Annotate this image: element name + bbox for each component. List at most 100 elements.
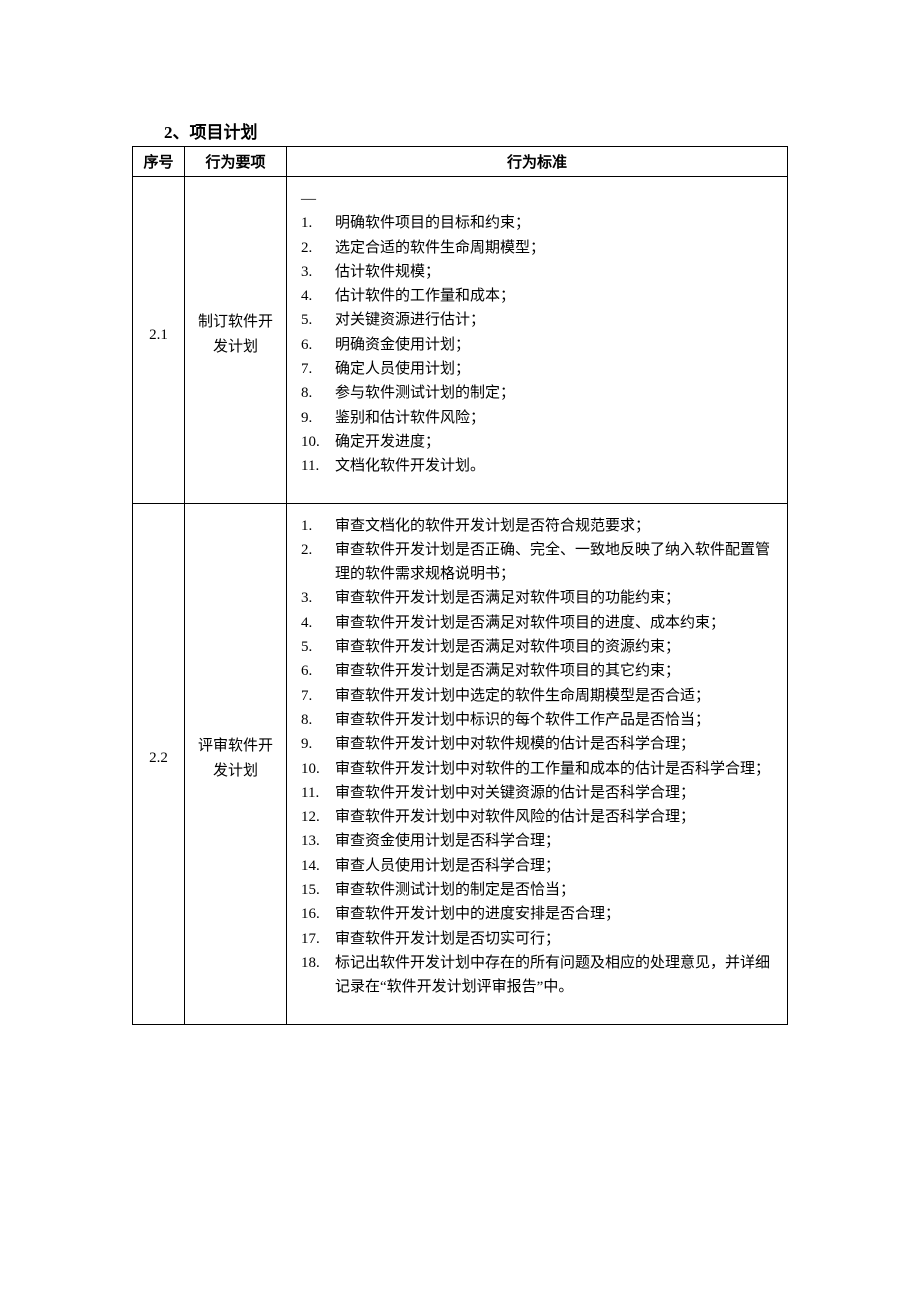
list-item-text: 审查软件开发计划中的进度安排是否合理； [335,906,620,922]
list-item-number: 8. [295,381,331,405]
list-item-text: 审查软件开发计划中对软件规模的估计是否科学合理； [335,736,695,752]
list-item: 3.估计软件规模； [295,260,773,284]
list-item-number: 9. [295,406,331,430]
list-item-number: 9. [295,732,331,756]
list-item-text: 确定人员使用计划； [335,361,470,377]
list-item-text: 明确软件项目的目标和约束； [335,215,530,231]
list-item-text: 审查软件开发计划是否满足对软件项目的资源约束； [335,639,680,655]
list-item-number: 3. [295,586,331,610]
row-item: 评审软件开发计划 [185,503,287,1024]
list-item-text: 审查软件开发计划是否满足对软件项目的其它约束； [335,663,680,679]
table-row: 2.1制订软件开发计划—1.明确软件项目的目标和约束；2.选定合适的软件生命周期… [133,177,788,504]
header-item: 行为要项 [185,147,287,177]
list-item: 10.审查软件开发计划中对软件的工作量和成本的估计是否科学合理； [295,757,773,781]
list-item-text: 估计软件的工作量和成本； [335,288,515,304]
list-item-text: 明确资金使用计划； [335,337,470,353]
list-item: 14.审查人员使用计划是否科学合理； [295,854,773,878]
list-item: 1.审查文档化的软件开发计划是否符合规范要求； [295,514,773,538]
section-title: 2、项目计划 [164,118,788,143]
list-item: 3.审查软件开发计划是否满足对软件项目的功能约束； [295,586,773,610]
list-item-number: 5. [295,635,331,659]
list-item-number: 7. [295,684,331,708]
list-item: 15.审查软件测试计划的制定是否恰当； [295,878,773,902]
list-item: 11.文档化软件开发计划。 [295,454,773,478]
list-item-number: 11. [295,781,331,805]
row-topmark: — [295,187,773,211]
list-item: 6.明确资金使用计划； [295,333,773,357]
list-item-number: 6. [295,659,331,683]
list-item-text: 审查软件开发计划中对软件的工作量和成本的估计是否科学合理； [335,761,770,777]
list-item-number: 12. [295,805,331,829]
list-item: 16.审查软件开发计划中的进度安排是否合理； [295,902,773,926]
standards-list: 1.明确软件项目的目标和约束；2.选定合适的软件生命周期模型；3.估计软件规模；… [295,211,773,478]
list-item-text: 审查软件开发计划是否满足对软件项目的进度、成本约束； [335,615,725,631]
row-standards: 1.审查文档化的软件开发计划是否符合规范要求；2.审查软件开发计划是否正确、完全… [287,503,788,1024]
table-row: 2.2评审软件开发计划1.审查文档化的软件开发计划是否符合规范要求；2.审查软件… [133,503,788,1024]
list-item: 17.审查软件开发计划是否切实可行； [295,927,773,951]
list-item: 11.审查软件开发计划中对关键资源的估计是否科学合理； [295,781,773,805]
list-item-text: 审查人员使用计划是否科学合理； [335,858,560,874]
list-item: 10.确定开发进度； [295,430,773,454]
list-item: 18.标记出软件开发计划中存在的所有问题及相应的处理意见，并详细记录在“软件开发… [295,951,773,1000]
list-item: 12.审查软件开发计划中对软件风险的估计是否科学合理； [295,805,773,829]
list-item-number: 14. [295,854,331,878]
list-item: 2.选定合适的软件生命周期模型； [295,236,773,260]
standards-list: 1.审查文档化的软件开发计划是否符合规范要求；2.审查软件开发计划是否正确、完全… [295,514,773,1000]
list-item-number: 15. [295,878,331,902]
list-item-text: 估计软件规模； [335,264,440,280]
list-item-number: 16. [295,902,331,926]
list-item-text: 审查软件开发计划是否满足对软件项目的功能约束； [335,590,680,606]
list-item-text: 对关键资源进行估计； [335,312,485,328]
list-item-number: 18. [295,951,331,975]
list-item: 6.审查软件开发计划是否满足对软件项目的其它约束； [295,659,773,683]
list-item-number: 10. [295,757,331,781]
list-item: 8.审查软件开发计划中标识的每个软件工作产品是否恰当； [295,708,773,732]
list-item: 5.审查软件开发计划是否满足对软件项目的资源约束； [295,635,773,659]
row-standards: —1.明确软件项目的目标和约束；2.选定合适的软件生命周期模型；3.估计软件规模… [287,177,788,504]
list-item-number: 13. [295,829,331,853]
list-item-number: 8. [295,708,331,732]
row-item: 制订软件开发计划 [185,177,287,504]
list-item: 7.确定人员使用计划； [295,357,773,381]
list-item-number: 4. [295,611,331,635]
list-item-number: 1. [295,211,331,235]
list-item-text: 审查资金使用计划是否科学合理； [335,833,560,849]
list-item-number: 6. [295,333,331,357]
list-item-number: 11. [295,454,331,478]
list-item-text: 选定合适的软件生命周期模型； [335,240,545,256]
list-item: 4.审查软件开发计划是否满足对软件项目的进度、成本约束； [295,611,773,635]
list-item-number: 10. [295,430,331,454]
list-item-number: 1. [295,514,331,538]
header-std: 行为标准 [287,147,788,177]
list-item-text: 审查文档化的软件开发计划是否符合规范要求； [335,518,650,534]
list-item-number: 7. [295,357,331,381]
list-item-number: 2. [295,538,331,562]
spec-table: 序号 行为要项 行为标准 2.1制订软件开发计划—1.明确软件项目的目标和约束；… [132,146,788,1025]
row-num: 2.1 [133,177,185,504]
list-item-number: 2. [295,236,331,260]
list-item: 1.明确软件项目的目标和约束； [295,211,773,235]
list-item-text: 审查软件开发计划中对关键资源的估计是否科学合理； [335,785,695,801]
list-item: 7.审查软件开发计划中选定的软件生命周期模型是否合适； [295,684,773,708]
list-item-text: 审查软件开发计划中标识的每个软件工作产品是否恰当； [335,712,710,728]
list-item: 4.估计软件的工作量和成本； [295,284,773,308]
list-item-text: 审查软件测试计划的制定是否恰当； [335,882,575,898]
list-item-text: 审查软件开发计划中对软件风险的估计是否科学合理； [335,809,695,825]
header-num: 序号 [133,147,185,177]
list-item-text: 审查软件开发计划是否正确、完全、一致地反映了纳入软件配置管理的软件需求规格说明书… [335,542,770,582]
list-item: 2.审查软件开发计划是否正确、完全、一致地反映了纳入软件配置管理的软件需求规格说… [295,538,773,587]
list-item-number: 17. [295,927,331,951]
list-item-text: 参与软件测试计划的制定； [335,385,515,401]
list-item: 5.对关键资源进行估计； [295,308,773,332]
list-item-number: 5. [295,308,331,332]
list-item-text: 审查软件开发计划中选定的软件生命周期模型是否合适； [335,688,710,704]
list-item-text: 文档化软件开发计划。 [335,458,485,474]
list-item: 9.鉴别和估计软件风险； [295,406,773,430]
list-item: 13.审查资金使用计划是否科学合理； [295,829,773,853]
table-header-row: 序号 行为要项 行为标准 [133,147,788,177]
list-item: 9.审查软件开发计划中对软件规模的估计是否科学合理； [295,732,773,756]
list-item-text: 确定开发进度； [335,434,440,450]
list-item-text: 鉴别和估计软件风险； [335,410,485,426]
list-item-number: 4. [295,284,331,308]
list-item-text: 审查软件开发计划是否切实可行； [335,931,560,947]
